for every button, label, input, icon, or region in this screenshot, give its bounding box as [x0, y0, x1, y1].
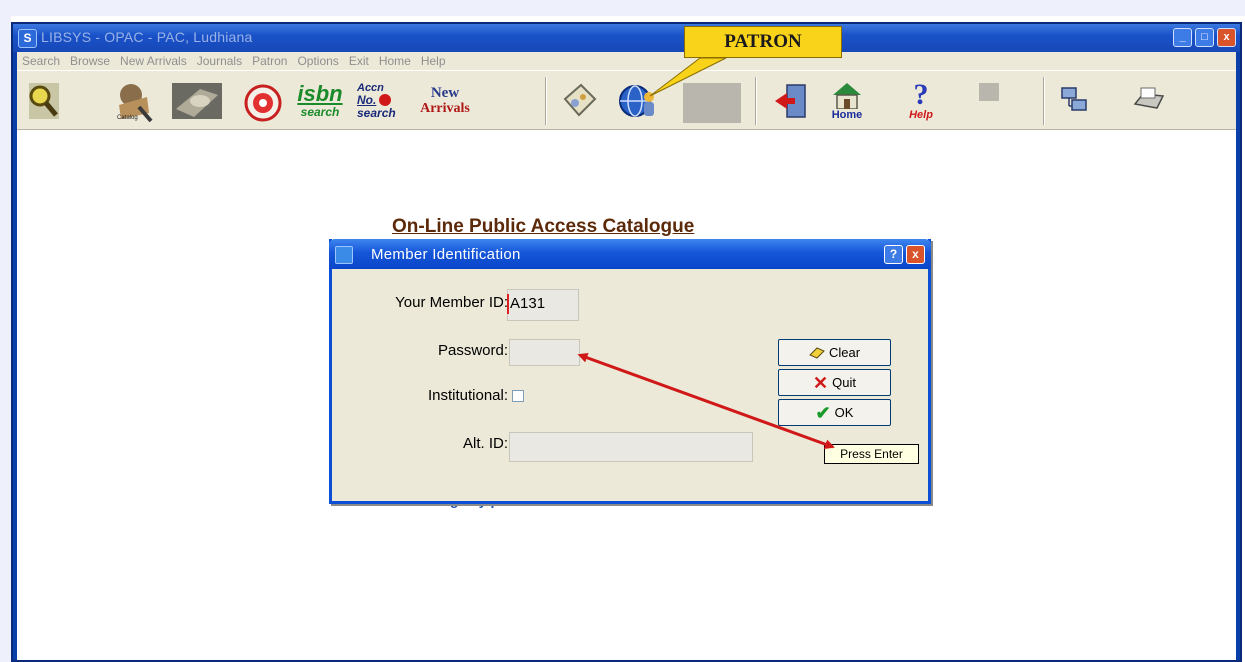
menu-patron[interactable]: Patron — [247, 54, 292, 68]
printer-icon — [1133, 87, 1165, 109]
menu-help[interactable]: Help — [416, 54, 451, 68]
checkmark-icon: ✔ — [815, 402, 831, 423]
catalog-icon-label: Catalog — [117, 115, 138, 121]
patron-globe-icon — [619, 85, 654, 117]
institutional-checkbox[interactable] — [512, 390, 524, 402]
password-label: Password: — [437, 342, 508, 359]
target-search-button[interactable] — [239, 79, 283, 123]
patron-callout: PATRON — [684, 26, 842, 58]
disabled-toolbar-slot — [683, 83, 741, 123]
simple-search-button[interactable] — [23, 79, 67, 123]
catalog-icon: Catalog — [117, 84, 153, 123]
question-mark-icon: ? — [913, 78, 929, 111]
dialog-help-button[interactable]: ? — [884, 245, 903, 264]
toolbar-separator — [1043, 77, 1045, 125]
close-window-button[interactable]: x — [1217, 28, 1236, 47]
window-controls: _ □ x — [1173, 28, 1236, 47]
member-id-input[interactable]: A131 — [507, 289, 579, 321]
help-button[interactable]: ? Help — [899, 79, 943, 123]
red-dot-icon — [379, 94, 392, 106]
journals-button[interactable] — [557, 79, 601, 123]
red-x-icon: ✕ — [813, 372, 829, 393]
accession-search-button[interactable]: Accn No. search — [357, 79, 415, 123]
frame-border-top — [0, 0, 1245, 16]
browse-button[interactable] — [169, 79, 225, 123]
dialog-app-icon — [335, 246, 353, 264]
menu-options[interactable]: Options — [292, 54, 343, 68]
isbn-search-label: search — [300, 105, 340, 119]
page-heading: On-Line Public Access Catalogue — [392, 216, 695, 237]
institutional-label: Institutional: — [427, 387, 508, 404]
accn-no-label: No. — [357, 92, 377, 107]
accn-label: Accn — [357, 81, 384, 94]
new-arrivals-button[interactable]: New Arrivals — [417, 79, 473, 123]
ok-button[interactable]: ✔ OK — [778, 399, 891, 426]
home-button[interactable]: Home — [825, 79, 869, 123]
window-title: LIBSYS - OPAC - PAC, Ludhiana — [41, 29, 253, 45]
home-icon — [833, 83, 861, 109]
eraser-icon — [809, 346, 825, 359]
maximize-button[interactable]: □ — [1195, 28, 1214, 47]
menu-journals[interactable]: Journals — [192, 54, 247, 68]
member-identification-dialog: Member Identification ? x Your Member ID… — [329, 239, 931, 504]
menu-browse[interactable]: Browse — [65, 54, 115, 68]
print-button[interactable] — [1127, 79, 1171, 123]
dialog-title: Member Identification — [371, 246, 521, 263]
alt-id-input[interactable] — [509, 432, 753, 462]
magnifier-icon — [29, 83, 59, 119]
minimize-button[interactable]: _ — [1173, 28, 1192, 47]
exit-door-icon — [775, 84, 806, 118]
journal-icon — [563, 83, 597, 117]
text-caret — [507, 294, 509, 314]
patron-button[interactable] — [615, 79, 659, 123]
password-input[interactable] — [509, 339, 580, 366]
clear-label: Clear — [828, 345, 861, 360]
toolbar-separator — [755, 77, 757, 125]
menu-exit[interactable]: Exit — [344, 54, 374, 68]
press-enter-tooltip: Press Enter — [824, 444, 919, 464]
disabled-toolbar-slot — [979, 83, 999, 101]
network-computers-icon — [1061, 87, 1087, 111]
toolbar-separator — [545, 77, 547, 125]
menu-search[interactable]: Search — [17, 54, 65, 68]
clear-button[interactable]: Clear — [778, 339, 891, 366]
dialog-close-button[interactable]: x — [906, 245, 925, 264]
isbn-label: isbn — [297, 81, 343, 106]
libsys-app-icon: S — [18, 29, 37, 48]
alt-id-label: Alt. ID: — [462, 435, 508, 452]
target-icon — [244, 84, 282, 122]
arrivals-label: Arrivals — [420, 101, 470, 116]
menu-home[interactable]: Home — [374, 54, 416, 68]
exit-button[interactable] — [769, 79, 813, 123]
quit-label: Quit — [832, 375, 856, 390]
menu-bar: Search Browse New Arrivals Journals Patr… — [17, 52, 1236, 70]
title-bar[interactable]: S LIBSYS - OPAC - PAC, Ludhiana _ □ x — [13, 24, 1240, 52]
ok-label: OK — [834, 405, 854, 420]
frame-border-left — [0, 0, 11, 662]
dialog-title-bar[interactable]: Member Identification ? x — [329, 239, 931, 269]
new-label: New — [430, 85, 460, 101]
quit-button[interactable]: ✕ Quit — [778, 369, 891, 396]
toolbar: Catalog isbn search Accn No. search New … — [17, 70, 1236, 130]
network-button[interactable] — [1053, 79, 1097, 123]
browse-books-icon — [172, 83, 222, 119]
accn-search-label: search — [357, 105, 396, 120]
help-label: Help — [909, 109, 933, 121]
home-label: Home — [831, 109, 863, 121]
isbn-search-button[interactable]: isbn search — [291, 79, 349, 123]
menu-new-arrivals[interactable]: New Arrivals — [115, 54, 192, 68]
member-id-label: Your Member ID: — [395, 294, 508, 311]
catalog-search-button[interactable]: Catalog — [111, 79, 155, 123]
